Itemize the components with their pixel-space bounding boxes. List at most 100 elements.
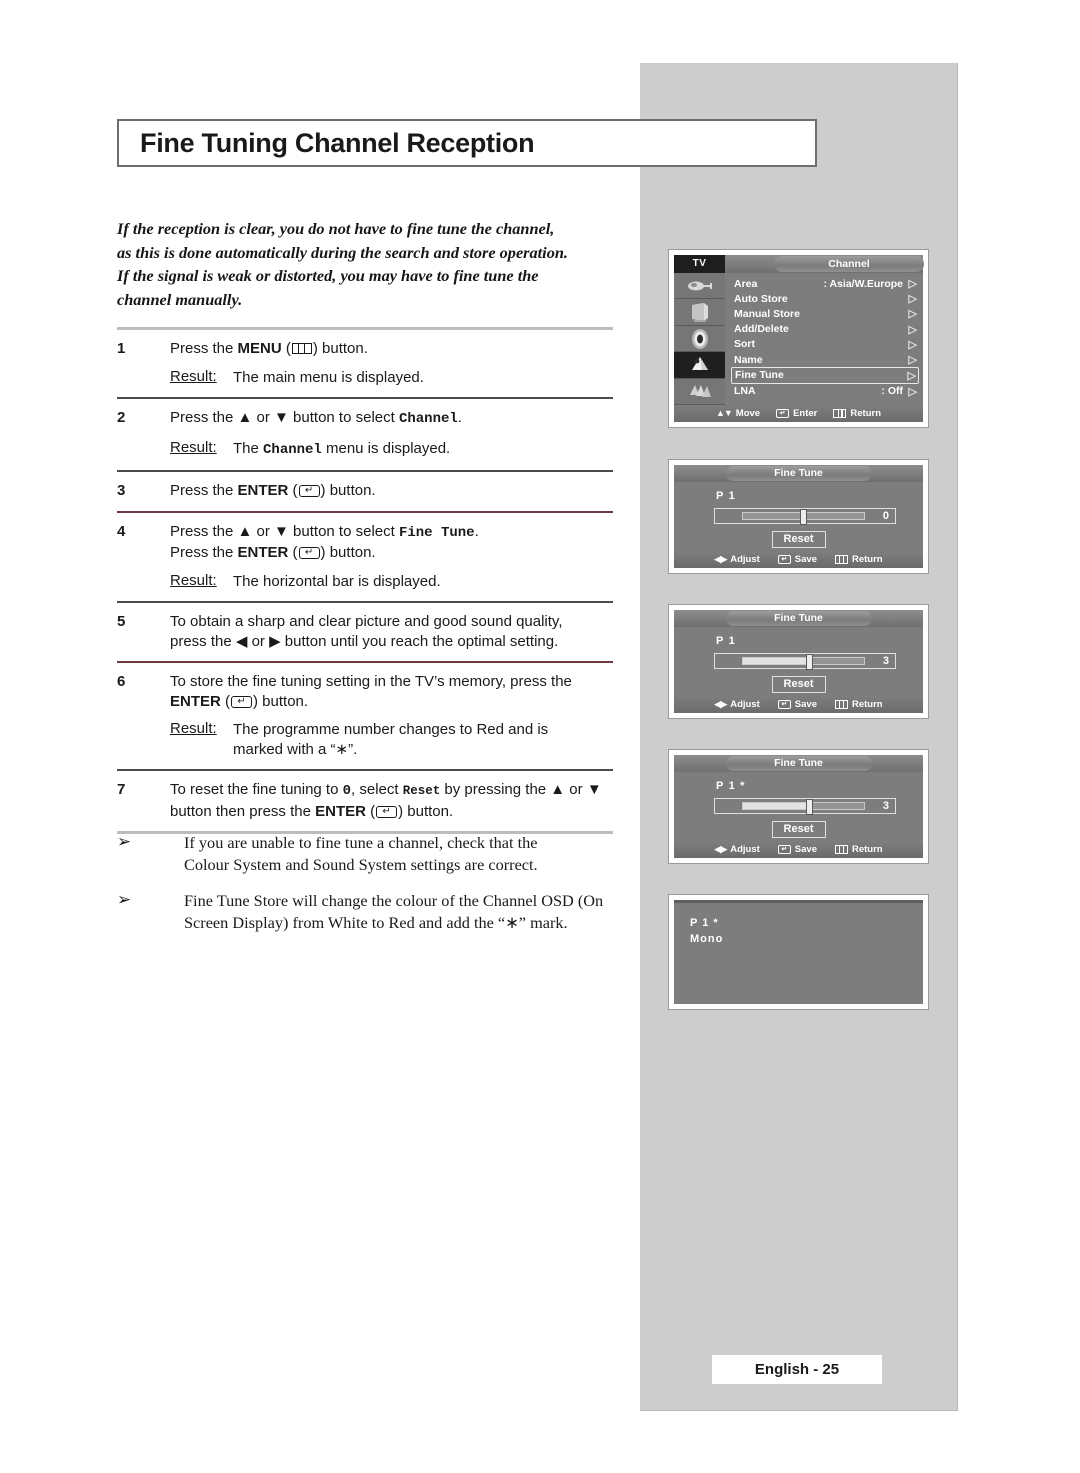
page-title-box: Fine Tuning Channel Reception: [117, 119, 817, 167]
step-instruction: Press the ▲ or ▼ button to select Fine T…: [170, 522, 613, 544]
osd-item-auto-store[interactable]: Auto Store ▷: [731, 291, 919, 306]
chevron-right-icon: ▷: [908, 278, 917, 291]
osd-channel-display: P 1 * Mono: [668, 894, 929, 1010]
step-result: Result: The horizontal bar is displayed.: [170, 572, 613, 592]
setup-icon[interactable]: [674, 378, 725, 406]
step-row: 1 Press the MENU () button. Result: The …: [117, 330, 613, 397]
osd-hint-bar: ◀▶ Adjust ↵ Save Return: [674, 841, 923, 858]
channel-icon[interactable]: [674, 352, 725, 379]
result-label: Result:: [170, 367, 217, 385]
osd-item-lna[interactable]: LNA : Off ▷: [731, 384, 919, 399]
step-row: 2 Press the ▲ or ▼ button to select Chan…: [117, 399, 613, 470]
page-footer: English - 25: [712, 1355, 882, 1384]
intro-line-4: channel manually.: [117, 289, 243, 309]
osd-sound-mode: Mono: [690, 933, 724, 945]
key-label-enter: ENTER: [237, 544, 289, 561]
hint-return: Return: [834, 554, 883, 565]
step-instruction: To reset the fine tuning to 0, select Re…: [170, 780, 613, 802]
step-instruction-line2: press the ◀ or ▶ button until you reach …: [170, 632, 559, 650]
hint-label: Enter: [793, 408, 818, 419]
slider-handle[interactable]: [800, 509, 807, 525]
step-seg-4-mono: Reset: [402, 784, 441, 798]
result-label: Result:: [170, 438, 217, 456]
slider-fill: [743, 803, 806, 809]
osd-programme-number: P 1 *: [716, 780, 746, 792]
hint-save: ↵ Save: [777, 844, 817, 855]
osd-item-area[interactable]: Area : Asia/W.Europe ▷: [731, 276, 919, 291]
chevron-right-icon: ▷: [908, 293, 917, 306]
osd-source-label: TV: [674, 255, 725, 273]
step-result: Result: The main menu is displayed.: [170, 368, 613, 388]
menu-key-icon: [834, 845, 848, 854]
osd-programme-number: P 1: [716, 635, 736, 647]
reset-button[interactable]: Reset: [771, 531, 826, 548]
osd-item-value: : Off: [881, 385, 903, 398]
osd-main: Area : Asia/W.Europe ▷ Auto Store ▷ Manu…: [674, 273, 923, 406]
menu-key-icon: [834, 555, 848, 564]
slider-track[interactable]: [742, 654, 865, 670]
step-seg-5: by pressing the ▲ or ▼: [440, 781, 602, 798]
hint-enter: ↵ Enter: [776, 408, 817, 419]
osd-item-fine-tune[interactable]: Fine Tune ▷: [731, 367, 919, 384]
osd-hint-bar: ◀▶ Adjust ↵ Save Return: [674, 551, 923, 568]
note-line-1: If you are unable to fine tune a channel…: [184, 833, 538, 852]
slider-track[interactable]: [742, 509, 865, 525]
key-label-enter: ENTER: [170, 692, 221, 710]
bullet-arrow-icon: ➢: [117, 890, 132, 910]
slider-track[interactable]: [742, 799, 865, 815]
fine-tune-slider[interactable]: 3: [714, 798, 896, 815]
osd-title-bar: Fine Tune: [674, 755, 923, 772]
key-label-menu: MENU: [237, 340, 282, 357]
step-instruction: Press the ▲ or ▼ button to select Channe…: [170, 408, 613, 430]
hint-adjust: ◀▶ Adjust: [714, 844, 759, 855]
result-line-2: marked with a “∗”.: [233, 740, 358, 758]
reset-button[interactable]: Reset: [771, 821, 826, 838]
osd-body: P 1 * Mono: [674, 900, 923, 1004]
osd-fine-tune-stored: Fine Tune P 1 * 3 Reset ◀▶ Adjust ↵ Save: [668, 749, 929, 864]
result-value: The horizontal bar is displayed.: [233, 572, 441, 590]
key-label-enter: ENTER: [315, 802, 366, 820]
left-right-arrows-icon: ◀▶: [714, 554, 727, 564]
osd-programme-number: P 1: [716, 490, 736, 502]
step-text-pre: Press the: [170, 482, 238, 499]
step-text-pre: Press the: [170, 340, 238, 357]
osd-item-manual-store[interactable]: Manual Store ▷: [731, 306, 919, 321]
osd-hint-bar: ◀▶ Adjust ↵ Save Return: [674, 696, 923, 713]
note-line-1: Fine Tune Store will change the colour o…: [184, 891, 604, 910]
step-text-post: button.: [317, 340, 368, 357]
result-text-pre: The: [233, 439, 264, 457]
step-line2-post: button.: [403, 802, 454, 820]
input-source-icon[interactable]: [674, 273, 725, 300]
osd-item-label: Sort: [734, 338, 755, 351]
hint-save: ↵ Save: [777, 699, 817, 710]
menu-key-icon: [833, 409, 847, 418]
osd-item-name[interactable]: Name ▷: [731, 352, 919, 367]
slider-handle[interactable]: [806, 799, 814, 815]
picture-icon[interactable]: [674, 299, 725, 326]
hint-return: Return: [833, 408, 881, 419]
result-text-post: menu is displayed.: [321, 439, 451, 457]
chevron-right-icon: ▷: [908, 338, 917, 351]
osd-item-add-delete[interactable]: Add/Delete ▷: [731, 322, 919, 337]
chevron-right-icon: ▷: [907, 369, 916, 382]
sound-icon[interactable]: [674, 325, 725, 353]
step-row: 7 To reset the fine tuning to 0, select …: [117, 771, 613, 831]
reset-button[interactable]: Reset: [771, 676, 826, 693]
fine-tune-slider[interactable]: 3: [714, 653, 896, 670]
osd-menu-title: Channel: [774, 256, 924, 272]
step-instruction-line2: button then press the ENTER (↵) button.: [170, 802, 454, 820]
step-row: 6 To store the fine tuning setting in th…: [117, 663, 613, 769]
step-seg-2-mono: 0: [342, 783, 352, 799]
hint-save: ↵ Save: [777, 554, 817, 565]
slider-handle[interactable]: [806, 654, 814, 670]
enter-key-icon: ↵: [777, 845, 791, 854]
note-text: If you are unable to fine tune a channel…: [184, 832, 617, 875]
osd-item-sort[interactable]: Sort ▷: [731, 337, 919, 352]
step-line2-pre: button then press the: [170, 802, 316, 820]
hint-return: Return: [834, 844, 883, 855]
hint-label: Adjust: [730, 699, 760, 710]
fine-tune-slider[interactable]: 0: [714, 508, 896, 525]
hint-label: Save: [794, 554, 817, 565]
step-line2-pre: Press the: [170, 544, 238, 561]
hint-label: Adjust: [730, 554, 760, 565]
